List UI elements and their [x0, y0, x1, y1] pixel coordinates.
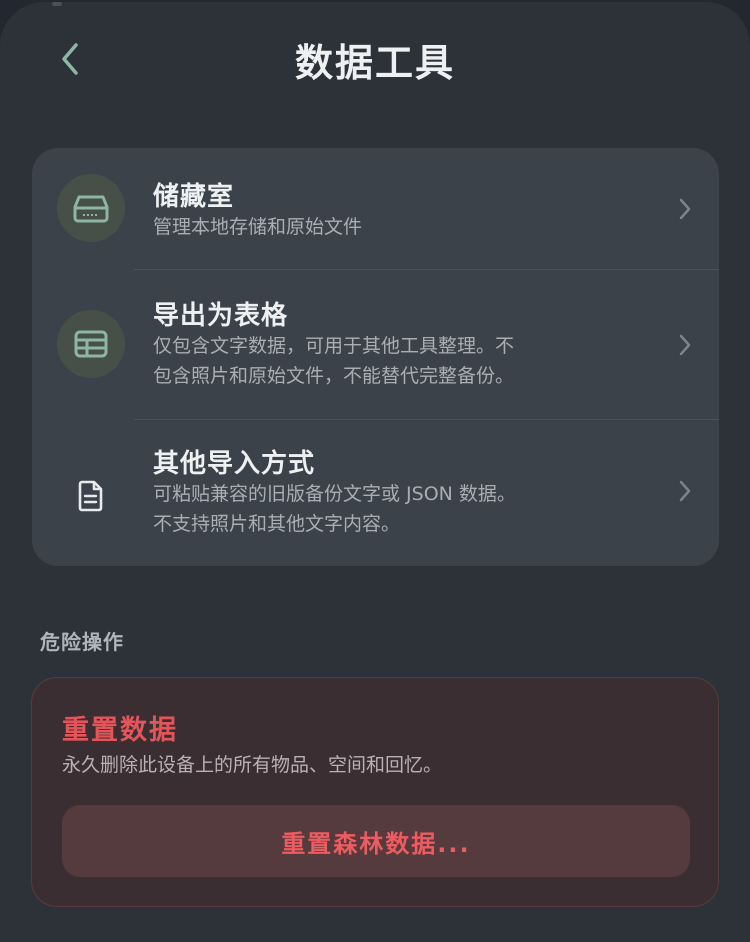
reset-button-label: 重置森林数据... [281, 829, 471, 858]
other-import-row[interactable]: 其他导入方式 可粘贴兼容的旧版备份文字或 JSON 数据。 不支持照片和其他文字… [32, 419, 719, 566]
reset-data-description: 永久删除此设备上的所有物品、空间和回忆。 [62, 754, 443, 776]
reset-forest-data-button[interactable]: 重置森林数据... [62, 805, 690, 877]
danger-section-label: 危险操作 [40, 630, 124, 654]
export-table-description-line1: 仅包含文字数据，可用于其他工具整理。不 [153, 335, 515, 357]
tools-card: 储藏室 管理本地存储和原始文件 导出为表格 仅包含文字数据，可用于其他工具整理。… [32, 148, 719, 566]
export-table-row[interactable]: 导出为表格 仅包含文字数据，可用于其他工具整理。不 包含照片和原始文件，不能替代… [32, 269, 719, 419]
danger-card: 重置数据 永久删除此设备上的所有物品、空间和回忆。 重置森林数据... [31, 677, 719, 907]
page-title: 数据工具 [294, 41, 455, 85]
document-icon [78, 480, 103, 512]
other-import-title: 其他导入方式 [153, 449, 316, 479]
export-table-description-line2: 包含照片和原始文件，不能替代完整备份。 [153, 365, 515, 387]
other-import-description-line2: 不支持照片和其他文字内容。 [153, 513, 401, 535]
storage-title: 储藏室 [153, 182, 235, 212]
reset-data-title: 重置数据 [62, 715, 178, 746]
chevron-right-icon [675, 194, 695, 224]
sheet: 数据工具 储藏室 管理本地存储和原始文件 导出为表格 仅包含文字数据，可用于其他… [0, 2, 750, 942]
chevron-right-icon [675, 476, 695, 506]
chevron-right-icon [675, 330, 695, 360]
table-icon [74, 330, 108, 358]
storage-drive-icon [73, 195, 109, 223]
storage-row[interactable]: 储藏室 管理本地存储和原始文件 [32, 148, 719, 269]
header: 数据工具 [0, 2, 750, 112]
storage-icon-badge [57, 174, 125, 242]
other-import-description-line1: 可粘贴兼容的旧版备份文字或 JSON 数据。 [153, 483, 516, 505]
table-icon-badge [57, 310, 125, 378]
document-icon-wrap [57, 462, 125, 530]
storage-description: 管理本地存储和原始文件 [153, 216, 363, 238]
export-table-title: 导出为表格 [153, 301, 289, 331]
